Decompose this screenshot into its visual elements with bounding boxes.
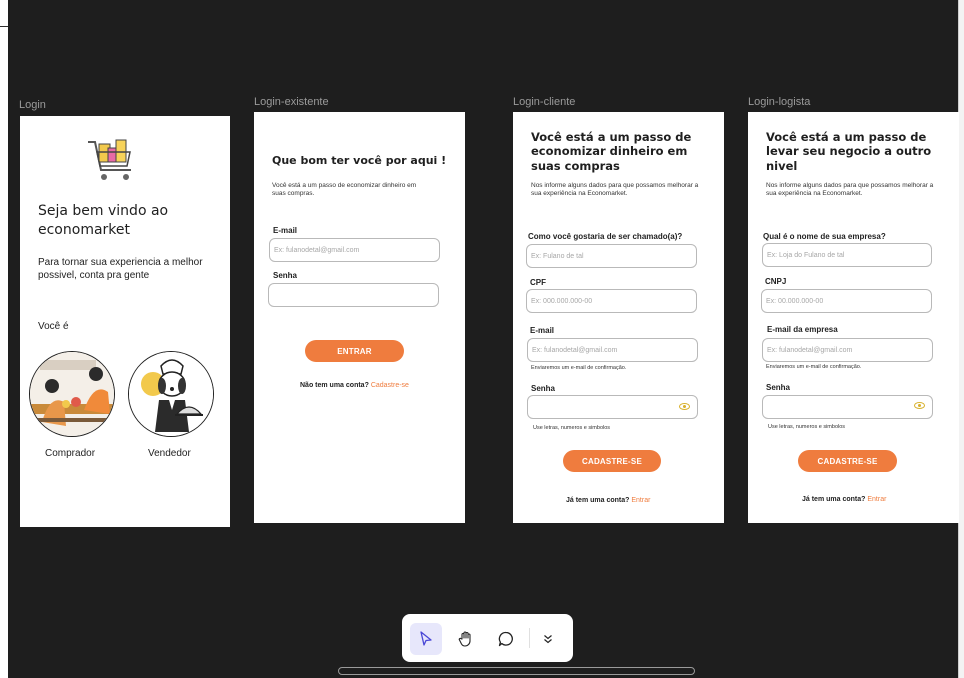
- frame-label-login[interactable]: Login: [19, 99, 46, 111]
- comment-icon: [498, 631, 513, 647]
- seller-label: Vendedor: [148, 448, 191, 459]
- client-password-hint: Use letras, numeros e simbolos: [533, 425, 611, 431]
- pointer-icon: [420, 631, 432, 646]
- client-description: Nos informe alguns dados para que possam…: [531, 182, 699, 198]
- merchant-title: Você está a um passo de levar seu negoci…: [766, 130, 932, 173]
- merchant-cnpj-label: CNPJ: [765, 277, 787, 286]
- frame-label-login-logista[interactable]: Login-logista: [748, 96, 810, 108]
- merchant-enter-link[interactable]: Entrar: [867, 496, 886, 503]
- signup-link[interactable]: Cadastre-se: [371, 382, 409, 389]
- existing-footer-text: Não tem uma conta?: [300, 382, 369, 389]
- frame-login-logista[interactable]: Você está a um passo de levar seu negoci…: [748, 112, 959, 523]
- user-type-question: Você é: [38, 321, 69, 332]
- more-tools[interactable]: [532, 623, 564, 655]
- welcome-subtitle: Para tornar sua experiencia a melhor pos…: [38, 257, 203, 281]
- canvas-toolbar: [402, 614, 573, 662]
- frame-login-cliente[interactable]: Você está a um passo de economizar dinhe…: [513, 112, 724, 523]
- frame-label-login-cliente[interactable]: Login-cliente: [513, 96, 575, 108]
- client-cpf-input[interactable]: Ex: 000.000.000-00: [526, 289, 697, 313]
- seller-option[interactable]: [128, 351, 214, 437]
- merchant-email-hint: Enviaremos um e-mail de confirmação.: [766, 364, 862, 370]
- existing-email-input[interactable]: Ex: fulanodetal@gmail.com: [269, 238, 440, 262]
- client-email-label: E-mail: [530, 326, 555, 335]
- client-email-input[interactable]: Ex: fulanodetal@gmail.com: [527, 338, 698, 362]
- seller-illustration-icon: [129, 352, 213, 436]
- existing-description: Você está a um passo de economizar dinhe…: [272, 182, 417, 198]
- merchant-cnpj-input[interactable]: Ex: 00.000.000-00: [761, 289, 932, 313]
- merchant-email-label: E-mail da empresa: [767, 325, 838, 334]
- existing-email-label: E-mail: [273, 226, 298, 235]
- buyer-illustration-icon: [30, 352, 114, 436]
- merchant-footer-text: Já tem uma conta?: [802, 496, 866, 503]
- client-email-hint: Enviaremos um e-mail de confirmação.: [531, 365, 627, 371]
- merchant-password-label: Senha: [766, 383, 791, 392]
- enter-button[interactable]: ENTRAR: [305, 340, 404, 362]
- client-title: Você está a um passo de economizar dinhe…: [531, 130, 692, 173]
- buyer-label: Comprador: [45, 448, 96, 459]
- frame-label-login-existente[interactable]: Login-existente: [254, 96, 329, 108]
- client-cpf-label: CPF: [530, 278, 546, 287]
- merchant-company-input[interactable]: Ex: Loja do Fulano de tal: [762, 243, 932, 267]
- existing-footer: Não tem uma conta? Cadastre-se: [300, 382, 409, 389]
- merchant-company-label: Qual é o nome de sua empresa?: [763, 232, 886, 241]
- eye-icon[interactable]: [679, 403, 690, 410]
- existing-title: Que bom ter você por aqui !: [272, 154, 447, 167]
- merchant-signup-button[interactable]: CADASTRE-SE: [798, 450, 897, 472]
- client-enter-link[interactable]: Entrar: [631, 497, 650, 504]
- hand-tool[interactable]: [450, 623, 482, 655]
- left-panel-edge: [0, 0, 8, 678]
- comment-tool[interactable]: [490, 623, 522, 655]
- client-name-label: Como você gostaria de ser chamado(a)?: [528, 232, 683, 241]
- client-password-input[interactable]: [527, 395, 698, 419]
- merchant-password-hint: Use letras, numeros e simbolos: [768, 424, 846, 430]
- client-name-input[interactable]: Ex: Fulano de tal: [526, 244, 697, 268]
- existing-password-input[interactable]: [268, 283, 439, 307]
- frame-login[interactable]: Seja bem vindo ao economarket Para torna…: [20, 116, 230, 527]
- client-signup-button[interactable]: CADASTRE-SE: [563, 450, 661, 472]
- chevron-down-icon: [544, 635, 552, 644]
- welcome-title: Seja bem vindo ao economarket: [38, 203, 169, 238]
- existing-password-label: Senha: [273, 271, 298, 280]
- shopping-cart-icon: [88, 139, 131, 180]
- merchant-description: Nos informe alguns dados para que possam…: [766, 182, 934, 198]
- ruler-guide: [0, 26, 8, 27]
- hand-icon: [458, 631, 471, 647]
- merchant-email-input[interactable]: Ex: fulanodetal@gmail.com: [762, 338, 933, 362]
- client-footer: Já tem uma conta? Entrar: [566, 497, 650, 504]
- horizontal-scrollbar[interactable]: [338, 667, 695, 675]
- client-footer-text: Já tem uma conta?: [566, 497, 630, 504]
- client-password-label: Senha: [531, 384, 556, 393]
- eye-icon[interactable]: [914, 402, 925, 409]
- move-tool[interactable]: [410, 623, 442, 655]
- toolbar-divider: [529, 628, 530, 648]
- buyer-option[interactable]: [29, 351, 115, 437]
- merchant-footer: Já tem uma conta? Entrar: [802, 496, 886, 503]
- frame-login-existente[interactable]: Que bom ter você por aqui ! Você está a …: [254, 112, 465, 523]
- merchant-password-input[interactable]: [762, 395, 933, 419]
